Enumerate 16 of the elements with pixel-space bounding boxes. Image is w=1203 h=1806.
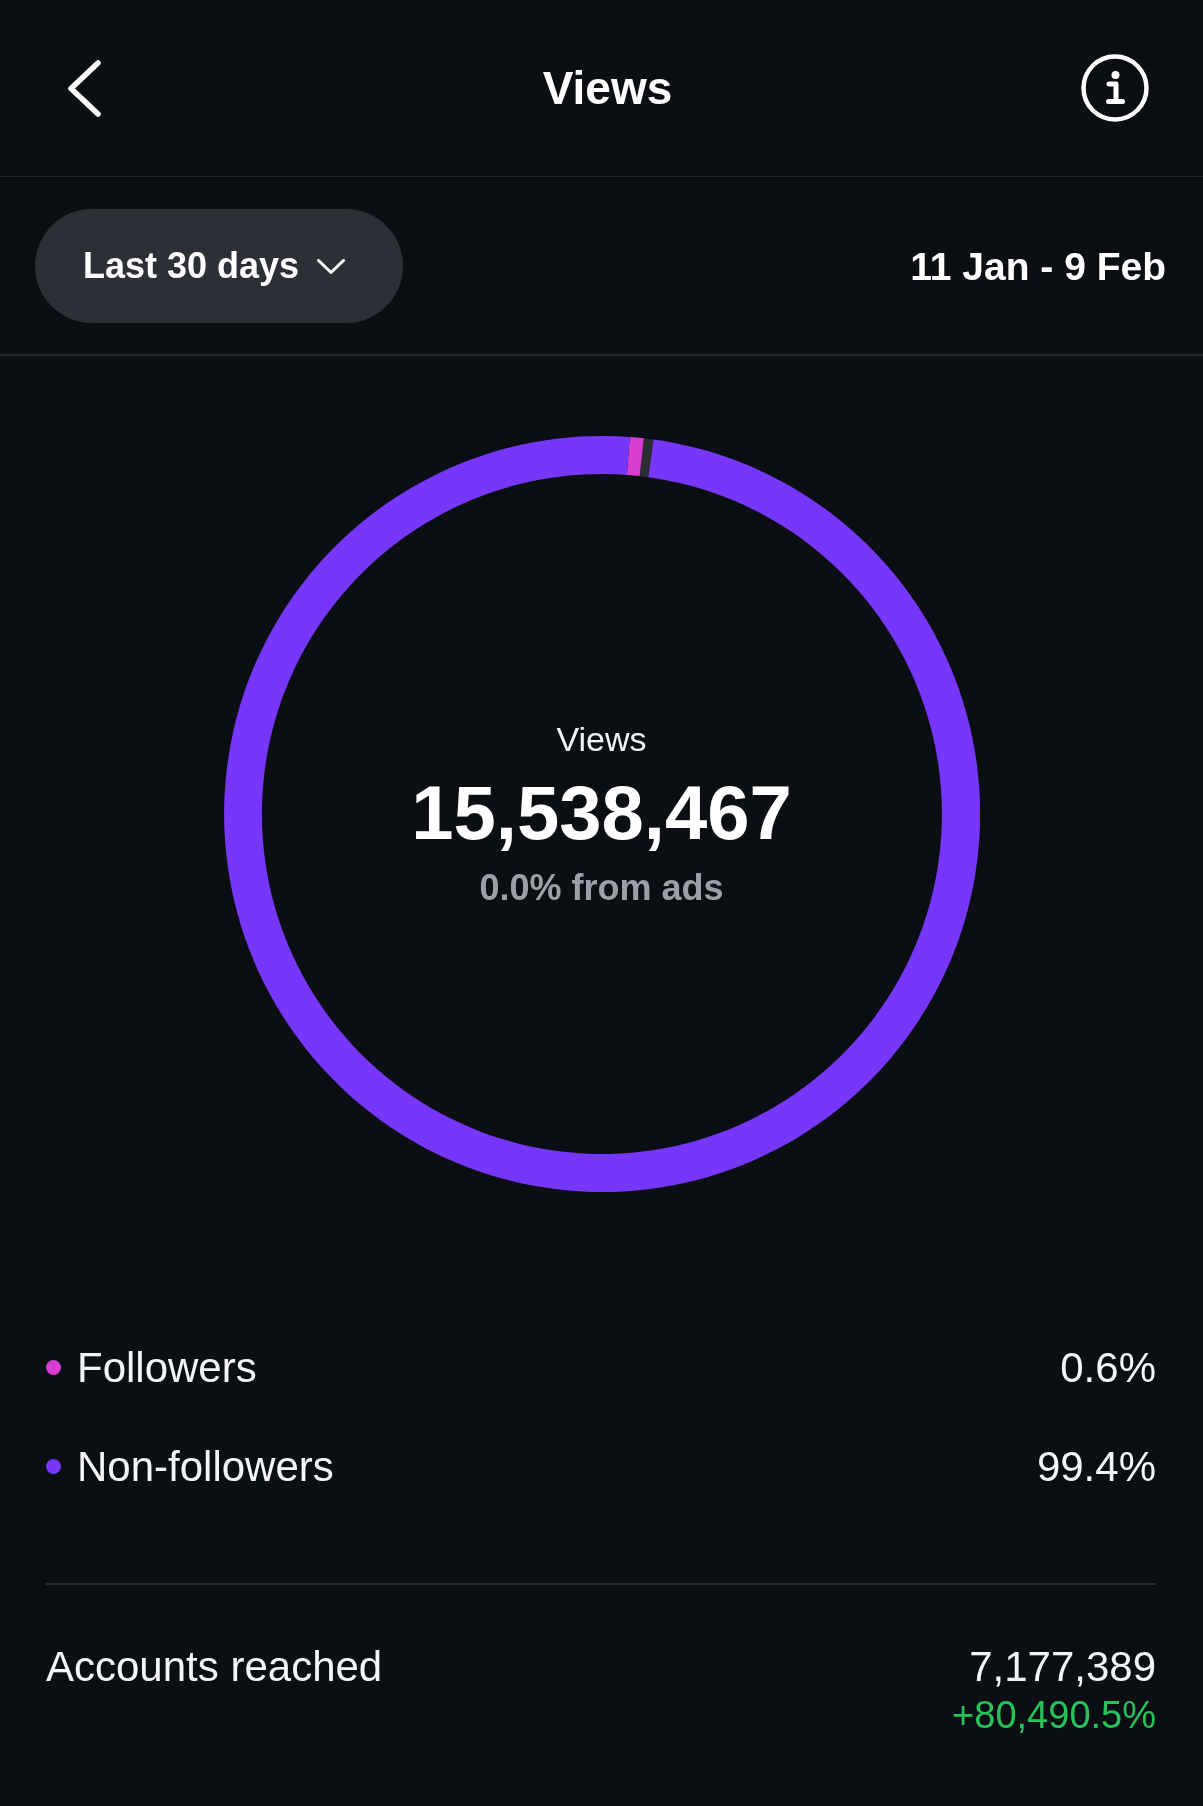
metric-label: Accounts reached bbox=[46, 1643, 383, 1691]
page-title: Views bbox=[542, 65, 673, 111]
period-dropdown[interactable]: Last 30 days bbox=[35, 209, 403, 323]
caret-icon bbox=[317, 258, 346, 274]
legend-value: 0.6% bbox=[1060, 1343, 1156, 1392]
views-total: 15,538,467 bbox=[411, 771, 792, 855]
metric-change: +80,490.5% bbox=[952, 1693, 1156, 1738]
legend-label: Followers bbox=[77, 1343, 257, 1392]
legend-label: Non-followers bbox=[77, 1442, 334, 1491]
legend-value: 99.4% bbox=[1036, 1442, 1156, 1491]
back-icon[interactable] bbox=[66, 59, 102, 117]
ads-share-text: 0.0% from ads bbox=[479, 866, 724, 910]
date-range: 11 Jan - 9 Feb bbox=[910, 246, 1166, 286]
info-icon[interactable] bbox=[1081, 54, 1149, 122]
chart-center-label: Views bbox=[556, 719, 647, 760]
metric-value: 7,177,389 bbox=[969, 1643, 1156, 1691]
